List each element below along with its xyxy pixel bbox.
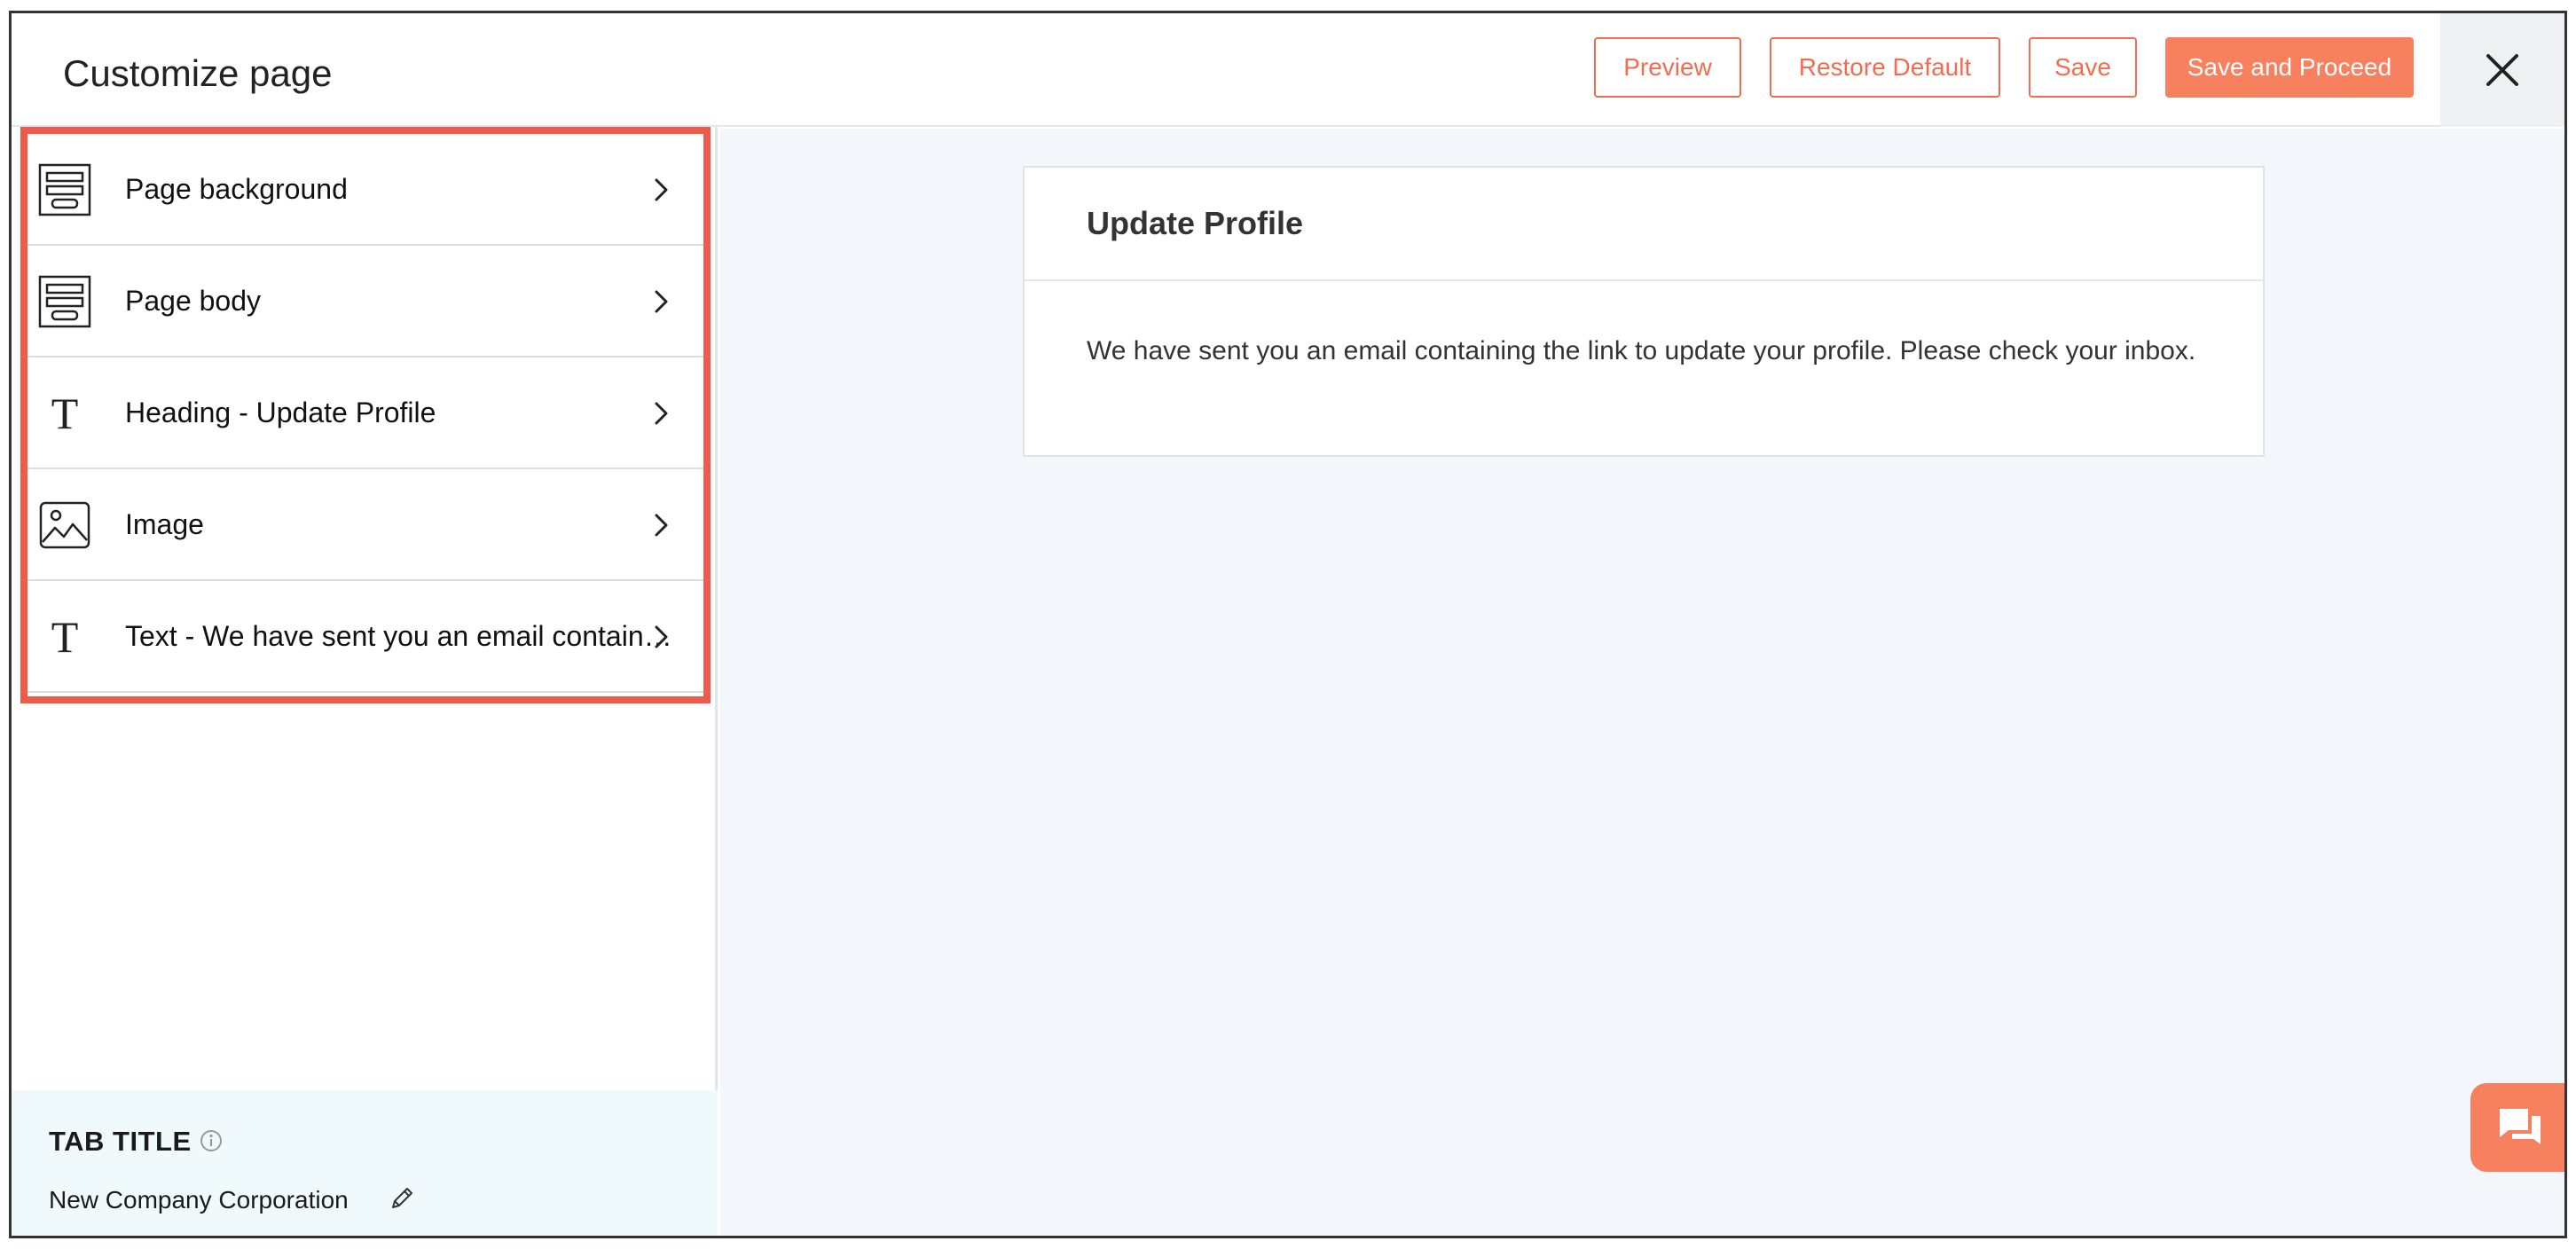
text-icon: T xyxy=(51,389,79,438)
sidebar: Page background Page body T Heading - Up… xyxy=(12,127,718,1236)
preview-heading: Update Profile xyxy=(1087,205,1304,241)
sidebar-item-label: Image xyxy=(125,508,204,540)
sidebar-item-label: Text - We have sent you an email contain… xyxy=(125,620,675,652)
header-bar: Customize page Preview Restore Default S… xyxy=(12,13,2564,127)
chevron-right-icon xyxy=(655,290,668,313)
layout-icon xyxy=(38,275,91,328)
pencil-icon[interactable] xyxy=(388,1184,416,1213)
sidebar-item-label: Page background xyxy=(125,173,348,205)
save-button[interactable]: Save xyxy=(2029,37,2137,98)
sidebar-item-image[interactable]: Image xyxy=(27,469,703,581)
tab-title-value: New Company Corporation xyxy=(49,1186,349,1214)
layout-icon xyxy=(38,163,91,216)
sidebar-item-page-body[interactable]: Page body xyxy=(27,246,703,357)
chat-icon xyxy=(2500,1109,2541,1144)
close-button[interactable] xyxy=(2440,13,2564,127)
customize-page-window: Customize page Preview Restore Default S… xyxy=(9,11,2567,1238)
restore-default-button[interactable]: Restore Default xyxy=(1770,37,2000,98)
sidebar-item-text[interactable]: T Text - We have sent you an email conta… xyxy=(27,581,703,693)
image-icon xyxy=(38,499,91,552)
chevron-right-icon xyxy=(655,178,668,201)
chat-button[interactable] xyxy=(2470,1083,2564,1172)
preview-card-header: Update Profile xyxy=(1025,168,2263,281)
sidebar-item-label: Heading - Update Profile xyxy=(125,397,436,428)
preview-canvas: Update Profile We have sent you an email… xyxy=(720,129,2564,1236)
sidebar-item-page-background[interactable]: Page background xyxy=(27,134,703,246)
text-icon: T xyxy=(51,612,79,662)
chevron-right-icon xyxy=(655,514,668,537)
sidebar-item-label: Page body xyxy=(125,285,262,317)
preview-body-text: We have sent you an email containing the… xyxy=(1087,336,2196,365)
element-list: Page background Page body T Heading - Up… xyxy=(20,127,711,703)
chevron-right-icon xyxy=(655,402,668,425)
preview-button[interactable]: Preview xyxy=(1594,37,1741,98)
chevron-right-icon xyxy=(655,625,668,648)
page-title: Customize page xyxy=(63,52,333,94)
save-and-proceed-button[interactable]: Save and Proceed xyxy=(2165,37,2414,98)
close-icon xyxy=(2486,54,2518,86)
preview-card: Update Profile We have sent you an email… xyxy=(1023,166,2265,457)
tab-title-label: TAB TITLE xyxy=(49,1126,192,1157)
info-icon[interactable] xyxy=(200,1129,223,1152)
sidebar-item-heading[interactable]: T Heading - Update Profile xyxy=(27,357,703,469)
tab-title-section: TAB TITLE New Company Corporation xyxy=(12,1090,718,1236)
